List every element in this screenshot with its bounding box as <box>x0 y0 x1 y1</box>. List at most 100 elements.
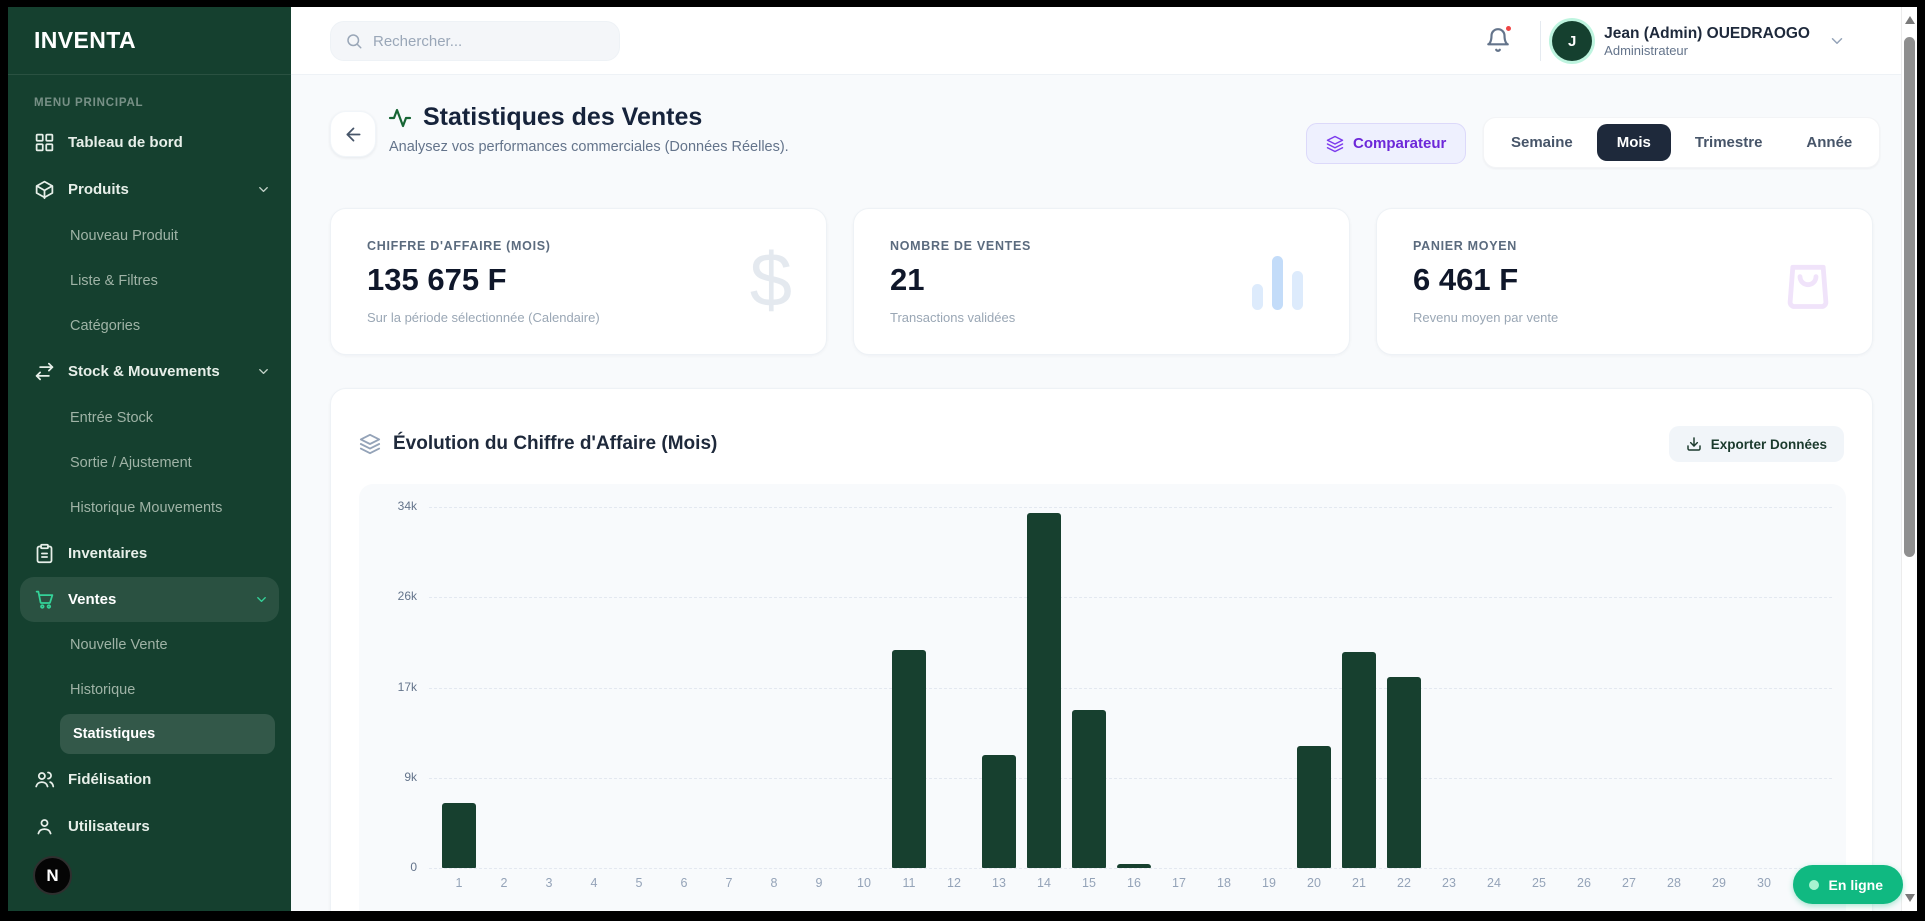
download-icon <box>1686 436 1702 452</box>
comparator-label: Comparateur <box>1353 135 1446 152</box>
swap-icon <box>34 361 55 382</box>
sidebar-item-statistiques[interactable]: Statistiques <box>60 714 275 754</box>
layers-icon <box>359 433 381 455</box>
sidebar-section-label: MENU PRINCIPAL <box>34 97 291 109</box>
sidebar-item-label: Utilisateurs <box>68 818 150 835</box>
period-tab-trimestre[interactable]: Trimestre <box>1675 124 1783 161</box>
chevron-down-icon <box>256 182 271 197</box>
chart-x-label: 8 <box>759 876 789 890</box>
layers-icon <box>1326 135 1344 153</box>
chart-bar-day-22[interactable] <box>1387 677 1421 868</box>
nextjs-dev-badge[interactable]: N <box>33 856 72 895</box>
sidebar-item-nouveau-produit[interactable]: Nouveau Produit <box>8 213 291 258</box>
chart-bar-day-20[interactable] <box>1297 746 1331 868</box>
chart-x-label: 5 <box>624 876 654 890</box>
bar-chart-icon <box>1252 254 1303 310</box>
sidebar-item-inventaires[interactable]: Inventaires <box>8 530 291 577</box>
user-name: Jean (Admin) OUEDRAOGO <box>1604 24 1810 43</box>
export-data-label: Exporter Données <box>1711 437 1827 452</box>
topbar-divider <box>1540 21 1541 61</box>
search-icon <box>345 32 363 50</box>
scrollbar-down-arrow[interactable] <box>1905 894 1915 902</box>
scrollbar-thumb[interactable] <box>1904 37 1915 557</box>
scrollbar-up-arrow[interactable] <box>1905 16 1915 24</box>
chart-x-label: 22 <box>1389 876 1419 890</box>
stat-card-subtext: Sur la période sélectionnée (Calendaire) <box>367 310 790 325</box>
chart-y-label: 34k <box>359 499 417 513</box>
sidebar-item-historique[interactable]: Historique <box>8 667 291 712</box>
scrollbar[interactable] <box>1901 7 1917 911</box>
comparator-button[interactable]: Comparateur <box>1306 123 1466 164</box>
chart-x-label: 12 <box>939 876 969 890</box>
stat-card-label: NOMBRE DE VENTES <box>890 239 1313 253</box>
chart-bar-day-13[interactable] <box>982 755 1016 868</box>
sidebar-item-sortie-ajustement[interactable]: Sortie / Ajustement <box>8 440 291 485</box>
period-tab-semaine[interactable]: Semaine <box>1491 124 1593 161</box>
period-switcher: SemaineMoisTrimestreAnnée <box>1483 117 1880 168</box>
chart-x-label: 14 <box>1029 876 1059 890</box>
chart-y-label: 9k <box>359 770 417 784</box>
sidebar-item-tableau-de-bord[interactable]: Tableau de bord <box>8 119 291 166</box>
chart-x-label: 27 <box>1614 876 1644 890</box>
sidebar-menu: Tableau de bord Produits Nouveau Produit Li… <box>8 119 291 850</box>
sidebar-item-utilisateurs[interactable]: Utilisateurs <box>8 803 291 850</box>
chart-x-label: 3 <box>534 876 564 890</box>
sidebar-item-label: Catégories <box>70 318 140 334</box>
box-icon <box>34 179 55 200</box>
chart-gridline <box>429 597 1832 598</box>
page-header: Statistiques des Ventes Analysez vos per… <box>388 103 789 155</box>
chart-x-label: 17 <box>1164 876 1194 890</box>
chart-x-label: 10 <box>849 876 879 890</box>
stat-card-chiffre-d-affaire-mois: CHIFFRE D'AFFAIRE (MOIS) 135 675 F Sur la … <box>330 208 827 355</box>
chart-x-label: 26 <box>1569 876 1599 890</box>
sidebar-item-entree-stock[interactable]: Entrée Stock <box>8 395 291 440</box>
chart-x-label: 18 <box>1209 876 1239 890</box>
sidebar-item-label: Statistiques <box>73 726 155 742</box>
sidebar-item-stock-mouvements[interactable]: Stock & Mouvements <box>8 348 291 395</box>
sidebar-item-produits[interactable]: Produits <box>8 166 291 213</box>
sidebar-item-label: Liste & Filtres <box>70 273 158 289</box>
search-input[interactable] <box>373 33 593 50</box>
search-bar[interactable] <box>330 21 620 61</box>
sidebar-item-label: Nouvelle Vente <box>70 637 168 653</box>
sidebar-item-label: Stock & Mouvements <box>68 363 220 380</box>
chart-x-label: 9 <box>804 876 834 890</box>
user-menu[interactable]: J Jean (Admin) OUEDRAOGO Administrateur <box>1552 21 1846 61</box>
stat-card-panier-moyen: PANIER MOYEN6 461 FRevenu moyen par vent… <box>1376 208 1873 355</box>
sidebar-item-label: Tableau de bord <box>68 134 183 151</box>
chart-x-label: 2 <box>489 876 519 890</box>
chart-bar-day-14[interactable] <box>1027 513 1061 868</box>
sidebar-item-nouvelle-vente[interactable]: Nouvelle Vente <box>8 622 291 667</box>
export-data-button[interactable]: Exporter Données <box>1669 426 1844 462</box>
sidebar-item-label: Nouveau Produit <box>70 228 178 244</box>
chart-bar-day-16[interactable] <box>1117 864 1151 868</box>
period-tab-annee[interactable]: Année <box>1786 124 1872 161</box>
chart-bar-day-11[interactable] <box>892 650 926 868</box>
chart-x-label: 7 <box>714 876 744 890</box>
chart-x-label: 29 <box>1704 876 1734 890</box>
online-status-label: En ligne <box>1829 877 1883 893</box>
back-button[interactable] <box>330 111 376 157</box>
stat-card-value: 21 <box>890 262 1313 298</box>
sidebar-item-categories[interactable]: Catégories <box>8 303 291 348</box>
online-status-badge: En ligne <box>1793 865 1903 904</box>
sidebar-item-ventes[interactable]: Ventes <box>20 577 279 622</box>
page-subtitle: Analysez vos performances commerciales (… <box>389 139 789 155</box>
chart-bar-day-1[interactable] <box>442 803 476 868</box>
stat-card-label: PANIER MOYEN <box>1413 239 1836 253</box>
page-title: Statistiques des Ventes <box>423 103 702 132</box>
sidebar-item-liste-filtres[interactable]: Liste & Filtres <box>8 258 291 303</box>
chart-x-label: 21 <box>1344 876 1374 890</box>
sidebar-item-historique-mouvements[interactable]: Historique Mouvements <box>8 485 291 530</box>
sidebar-item-fidelisation[interactable]: Fidélisation <box>8 756 291 803</box>
notification-bell-icon[interactable] <box>1485 27 1511 53</box>
chart-x-label: 11 <box>894 876 924 890</box>
chart-x-label: 25 <box>1524 876 1554 890</box>
stat-card-value: 135 675 F <box>367 262 790 298</box>
chart-bar-day-15[interactable] <box>1072 710 1106 868</box>
stat-card-value: 6 461 F <box>1413 262 1836 298</box>
period-tab-mois[interactable]: Mois <box>1597 124 1671 161</box>
users-icon <box>34 769 55 790</box>
stat-card-label: CHIFFRE D'AFFAIRE (MOIS) <box>367 239 790 253</box>
chart-bar-day-21[interactable] <box>1342 652 1376 868</box>
